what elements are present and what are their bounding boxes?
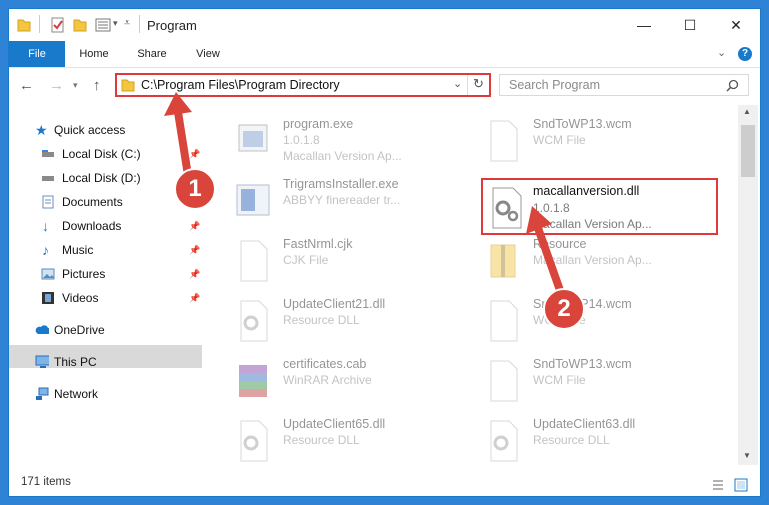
customize-toolbar-icon[interactable]: ⩡ xyxy=(124,17,130,30)
computer-icon xyxy=(35,355,49,368)
winrar-icon xyxy=(239,365,267,397)
address-dropdown-icon[interactable]: ⌄ xyxy=(453,77,462,90)
file-icon xyxy=(490,360,518,402)
file-item[interactable]: UpdateClient21.dll Resource DLL xyxy=(213,293,449,351)
file-item[interactable]: TrigramsInstaller.exe ABBYY finereader t… xyxy=(213,173,449,231)
explorer-window: ▾ ⩡ Program — ☐ ✕ File Home Share View ⌄… xyxy=(8,8,761,497)
details-view-icon[interactable] xyxy=(712,479,724,491)
highlight-box xyxy=(481,178,718,235)
file-list: program.exe 1.0.1.8 Macallan Version Ap.… xyxy=(213,105,738,465)
drive-icon xyxy=(42,150,54,157)
title-bar: ▾ ⩡ Program — ☐ ✕ xyxy=(9,9,760,41)
navigation-bar: ← → ▾ ↑ C:\Program Files\Program Directo… xyxy=(9,68,760,104)
sidebar-item-videos[interactable]: Videos 📌 xyxy=(41,287,207,309)
large-icons-view-icon[interactable] xyxy=(734,478,748,492)
file-item[interactable]: UpdateClient63.dll Resource DLL xyxy=(463,413,699,471)
file-icon xyxy=(490,300,518,342)
minimize-button[interactable]: — xyxy=(621,9,667,41)
scrollbar-thumb[interactable] xyxy=(741,125,755,177)
file-icon xyxy=(490,120,518,162)
help-icon[interactable]: ? xyxy=(738,47,752,61)
step-badge-2: 2 xyxy=(543,288,585,330)
sidebar-item-music[interactable]: ♪ Music 📌 xyxy=(41,239,207,261)
chevron-down-icon[interactable]: ▾ xyxy=(113,18,118,29)
tab-file[interactable]: File xyxy=(9,41,65,67)
network-icon xyxy=(36,387,49,400)
status-bar: 171 items xyxy=(9,473,760,496)
tab-home[interactable]: Home xyxy=(69,41,119,67)
refresh-icon[interactable]: ↻ xyxy=(473,76,484,92)
divider xyxy=(139,15,140,33)
recent-locations-icon[interactable]: ▾ xyxy=(73,80,78,91)
back-button[interactable]: ← xyxy=(19,77,34,94)
star-icon: ★ xyxy=(35,122,48,138)
item-count: 171 items xyxy=(21,476,71,488)
expand-ribbon-icon[interactable]: ⌄ xyxy=(717,46,726,59)
file-item[interactable]: SndToWP13.wcm WCM File xyxy=(463,113,699,171)
step-badge-1: 1 xyxy=(174,168,216,210)
window-title: Program xyxy=(147,18,197,33)
dll-gear-icon xyxy=(490,420,518,462)
folder-icon xyxy=(121,79,135,92)
file-item[interactable]: program.exe 1.0.1.8 Macallan Version Ap.… xyxy=(213,113,449,171)
ribbon-tabs: File Home Share View ⌄ ? xyxy=(9,41,760,68)
pictures-icon xyxy=(41,268,55,280)
file-item[interactable]: UpdateClient65.dll Resource DLL xyxy=(213,413,449,471)
pin-icon[interactable]: 📌 xyxy=(189,287,200,309)
pin-icon[interactable]: 📌 xyxy=(189,263,200,285)
documents-icon xyxy=(42,195,54,209)
file-item[interactable]: SndToWP13.wcm WCM File xyxy=(463,353,699,411)
dll-gear-icon xyxy=(240,420,268,462)
properties-icon[interactable] xyxy=(51,17,65,33)
sidebar-item-pictures[interactable]: Pictures 📌 xyxy=(41,263,207,285)
search-box[interactable]: Search Program xyxy=(499,74,749,96)
download-icon: ↓ xyxy=(42,218,49,234)
view-options-icon[interactable] xyxy=(95,17,111,33)
vertical-scrollbar[interactable]: ▲ ▼ xyxy=(738,105,758,465)
exe-icon xyxy=(238,124,268,152)
file-item[interactable]: certificates.cab WinRAR Archive xyxy=(213,353,449,411)
drive-icon xyxy=(42,176,54,181)
divider xyxy=(467,75,468,95)
pin-icon[interactable]: 📌 xyxy=(189,239,200,261)
new-folder-icon[interactable] xyxy=(73,17,87,33)
file-item[interactable]: FastNrml.cjk CJK File xyxy=(213,233,449,291)
music-icon: ♪ xyxy=(42,242,49,258)
pin-icon[interactable]: 📌 xyxy=(189,215,200,237)
up-button[interactable]: ↑ xyxy=(93,77,101,94)
file-icon xyxy=(240,240,268,282)
archive-icon xyxy=(490,244,516,278)
close-button[interactable]: ✕ xyxy=(713,9,759,41)
installer-icon xyxy=(236,184,270,216)
sidebar-item-downloads[interactable]: ↓ Downloads 📌 xyxy=(41,215,207,237)
tab-share[interactable]: Share xyxy=(127,41,177,67)
maximize-button[interactable]: ☐ xyxy=(667,9,713,41)
videos-icon xyxy=(42,292,54,304)
scroll-down-icon[interactable]: ▼ xyxy=(743,451,751,460)
search-input[interactable]: Search Program xyxy=(509,78,600,92)
divider xyxy=(39,15,40,33)
folder-icon xyxy=(17,19,31,32)
tab-view[interactable]: View xyxy=(183,41,233,67)
forward-button[interactable]: → xyxy=(49,77,64,94)
search-icon[interactable] xyxy=(726,79,739,92)
dll-gear-icon xyxy=(240,300,268,342)
cloud-icon xyxy=(35,325,49,334)
scroll-up-icon[interactable]: ▲ xyxy=(743,107,751,116)
